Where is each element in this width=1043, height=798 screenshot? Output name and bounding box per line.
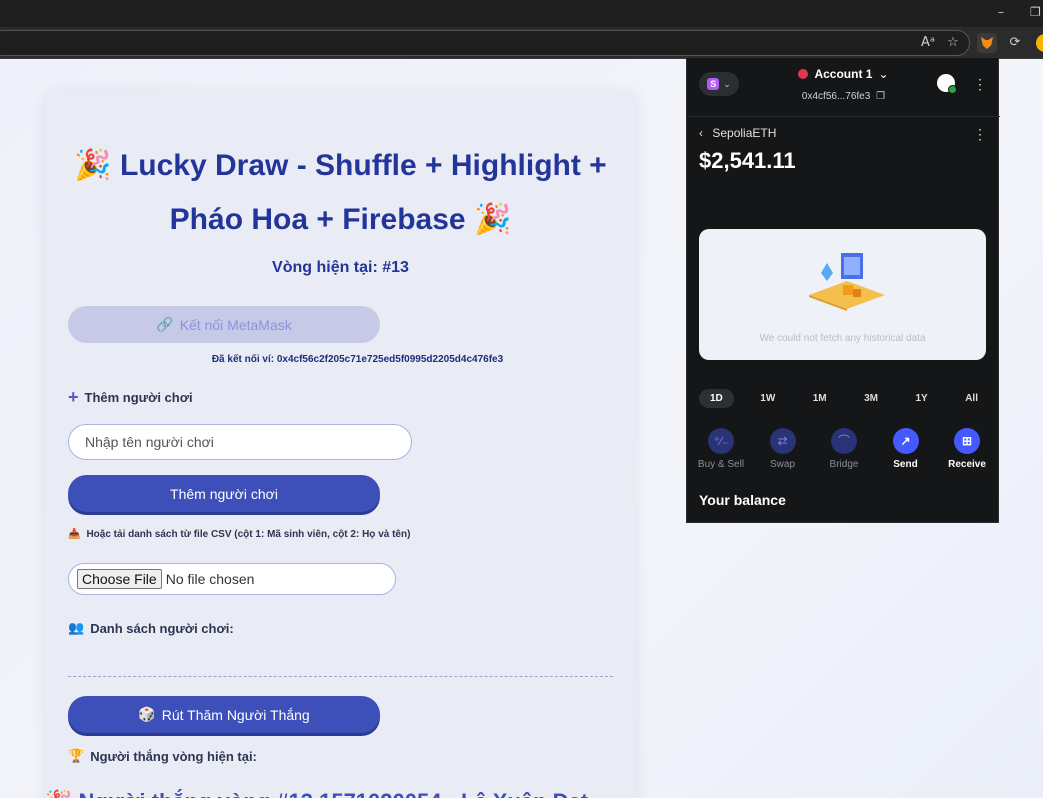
send-arrow-icon: ↗ xyxy=(892,428,919,454)
bridge-button[interactable]: ⌒ Bridge xyxy=(816,428,872,470)
account-chevron-icon: ⌄ xyxy=(878,67,889,81)
copy-icon[interactable]: ❐ xyxy=(876,91,885,102)
csv-file-input[interactable]: Choose File No file chosen xyxy=(68,563,396,595)
add-player-heading: + Thêm người chơi xyxy=(68,387,193,408)
range-tab-1m[interactable]: 1M xyxy=(802,389,838,408)
swap-button[interactable]: ⇄ Swap xyxy=(755,428,811,470)
bridge-label: Bridge xyxy=(829,459,859,470)
add-player-button[interactable]: Thêm người chơi xyxy=(68,475,380,512)
draw-winner-button[interactable]: 🎲 Rút Thăm Người Thắng xyxy=(68,696,380,733)
receive-button[interactable]: ⊞ Receive xyxy=(939,428,995,470)
trophy-icon: 🏆 xyxy=(68,748,85,763)
asset-options-icon[interactable]: ⋮ xyxy=(973,126,987,143)
browser-toolbar xyxy=(0,27,1043,59)
token-balance: $2,541.11 xyxy=(699,148,796,173)
page-title: 🎉 Lucky Draw - Shuffle + Highlight + Phá… xyxy=(74,149,607,236)
header-divider xyxy=(687,116,1000,117)
connect-metamask-button[interactable]: 🔗 Kết nối MetaMask xyxy=(68,306,380,343)
account-address-text: 0x4cf56...76fe3 xyxy=(801,91,871,102)
wallet-status: Đã kết nối ví: 0x4cf56c2f205c71e725ed5f0… xyxy=(211,354,504,365)
range-tab-1w[interactable]: 1W xyxy=(749,389,786,408)
extensions-icon[interactable]: ⟳ xyxy=(1005,33,1025,53)
account-name: Account 1 xyxy=(814,67,873,81)
no-file-text: No file chosen xyxy=(165,571,255,587)
winner-heading: 🏆 Người thắng vòng hiện tại: xyxy=(68,748,257,764)
link-icon: 🔗 xyxy=(156,316,174,332)
csv-heading-label: Hoặc tải danh sách từ file CSV (cột 1: M… xyxy=(86,529,411,540)
qr-code-icon: ⊞ xyxy=(954,428,980,454)
buy-sell-button[interactable]: ⁺∕₋ Buy & Sell xyxy=(693,428,749,470)
inbox-tray-icon: 📥 xyxy=(68,529,81,540)
bridge-icon: ⌒ xyxy=(831,428,857,454)
players-heading-label: Danh sách người chơi: xyxy=(90,620,234,636)
connected-sites-icon[interactable] xyxy=(937,74,957,94)
add-player-button-label: Thêm người chơi xyxy=(170,485,278,502)
time-range-tabs: 1D 1W 1M 3M 1Y All xyxy=(699,389,989,408)
range-tab-all[interactable]: All xyxy=(954,389,989,408)
swap-label: Swap xyxy=(769,459,795,470)
range-tab-1y[interactable]: 1Y xyxy=(904,389,938,408)
players-list-divider xyxy=(68,676,613,677)
winner-announcement: 🎉 Người thắng vòng #13 1571020054 - Lê X… xyxy=(45,789,588,798)
empty-chart-illustration xyxy=(809,253,885,311)
your-balance-heading: Your balance xyxy=(699,492,786,508)
range-tab-3m[interactable]: 3M xyxy=(853,389,889,408)
receive-label: Receive xyxy=(948,459,986,470)
browser-titlebar: – ❐ xyxy=(0,0,1043,27)
choose-file-button[interactable]: Choose File xyxy=(77,569,162,589)
connect-metamask-label: Kết nối MetaMask xyxy=(179,316,292,333)
minimize-button[interactable]: – xyxy=(998,5,1004,19)
read-aloud-icon[interactable]: Aᵃ xyxy=(918,33,938,53)
asset-back-link[interactable]: ‹ SepoliaETH xyxy=(699,126,776,140)
account-avatar-icon xyxy=(798,69,809,79)
draw-winner-label: Rút Thăm Người Thắng xyxy=(161,706,310,723)
current-round-label: Vòng hiện tại: #13 xyxy=(272,259,409,276)
player-name-input[interactable]: Nhập tên người chơi xyxy=(68,424,412,460)
metamask-extension-icon[interactable] xyxy=(977,33,997,53)
address-bar[interactable] xyxy=(0,30,970,56)
account-options-icon[interactable]: ⋮ xyxy=(973,76,987,93)
price-chart-placeholder: We could not fetch any historical data xyxy=(699,229,986,360)
winner-heading-label: Người thắng vòng hiện tại: xyxy=(90,748,257,764)
range-tab-1d[interactable]: 1D xyxy=(699,389,734,408)
add-player-heading-label: Thêm người chơi xyxy=(84,390,193,405)
lucky-draw-card: 🎉 Lucky Draw - Shuffle + Highlight + Phá… xyxy=(45,91,636,798)
metamask-popup: S ⌄ Account 1 ⌄ 0x4cf56...76fe3 ❐ ⋮ ‹ Sep… xyxy=(686,57,1000,523)
restore-button[interactable]: ❐ xyxy=(1030,5,1041,19)
favorite-star-icon[interactable]: ☆ xyxy=(943,33,963,53)
buy-sell-icon: ⁺∕₋ xyxy=(708,428,734,454)
dice-icon: 🎲 xyxy=(138,706,156,722)
players-heading: 👥 Danh sách người chơi: xyxy=(68,620,234,636)
send-button[interactable]: ↗ Send xyxy=(878,428,934,470)
buy-sell-label: Buy & Sell xyxy=(697,459,745,470)
chart-error-message: We could not fetch any historical data xyxy=(759,333,926,344)
swap-icon: ⇄ xyxy=(769,428,796,454)
people-icon: 👥 xyxy=(68,620,85,635)
token-name: SepoliaETH xyxy=(712,126,777,140)
wallet-actions: ⁺∕₋ Buy & Sell ⇄ Swap ⌒ Bridge ↗ Send ⊞ … xyxy=(693,428,995,470)
plus-icon: + xyxy=(68,387,79,407)
send-label: Send xyxy=(893,459,918,470)
chevron-left-icon: ‹ xyxy=(699,126,703,140)
csv-heading: 📥 Hoặc tải danh sách từ file CSV (cột 1:… xyxy=(68,529,410,540)
